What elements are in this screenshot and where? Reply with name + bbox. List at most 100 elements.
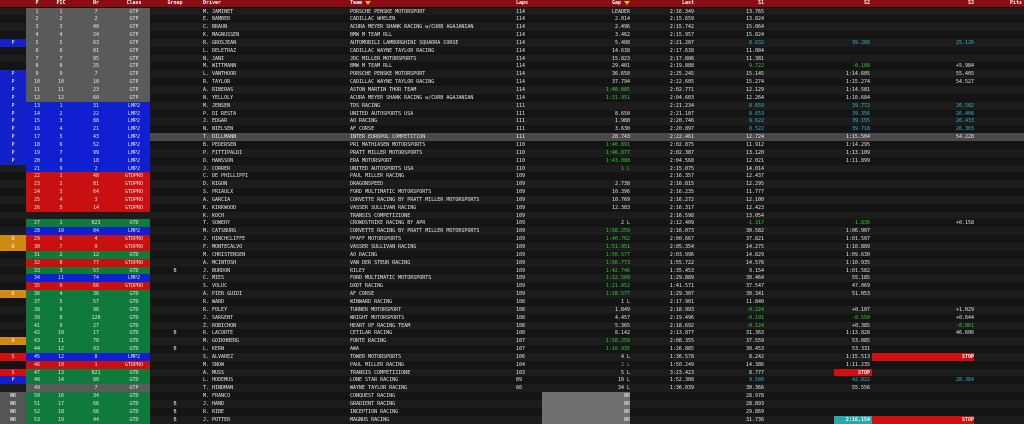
table-row[interactable]: 23 2 81 GTDPRO D. RIGON DRAGONSPEED 109 2.738 2:… bbox=[0, 180, 1024, 189]
table-row[interactable]: P 12 12 60 GTP N. YELLOLY ACURA MEYER SHANK RA… bbox=[0, 93, 1024, 102]
gap-cell: NR bbox=[623, 393, 630, 400]
table-row[interactable]: 28 10 04 LMP2 M. CATSBURG CORVETTE RACING BY … bbox=[0, 227, 1024, 236]
table-row[interactable]: 1 1 7 GTP M. JAMINET PORSCHE PENSKE MOTORSPOR… bbox=[0, 7, 1024, 16]
table-row[interactable]: 26 5 14 GTDPRO K. KIRKWOOD VASSER SULLIVAN RA… bbox=[0, 203, 1024, 212]
table-row[interactable]: P 5 5 63 GTP R. GROSJEAN AUTOMOBILI LAMBORGHIN… bbox=[0, 38, 1024, 47]
table-row[interactable]: NR 51 17 66 GTD B J. HAND GRADIENT RACING NR 28.8… bbox=[0, 400, 1024, 408]
sector3-cell bbox=[872, 15, 974, 23]
col-header-team[interactable]: Team bbox=[350, 0, 515, 7]
group-cell bbox=[150, 337, 200, 345]
driver-cell: P. DI RESTA bbox=[203, 110, 237, 117]
table-row[interactable]: 21 9 2 LMP2 J. CORRER UNITED AUTOSPORTS USA 11… bbox=[0, 164, 1024, 173]
table-row[interactable]: 27 1 023 GTD T. SOWERY CROWDSTRIKE RACING BY … bbox=[0, 219, 1024, 228]
col-header-number[interactable]: Nr bbox=[74, 0, 118, 7]
group-cell bbox=[150, 70, 200, 78]
table-row[interactable]: NR 53 19 44 GTD B J. POTTER MAGNUS RACING NR 31.7… bbox=[0, 415, 1024, 424]
table-row[interactable]: P 13 1 31 LMP2 M. JENSEN TDS RACING 111 2:21.234… bbox=[0, 101, 1024, 110]
flag-indicator bbox=[0, 204, 26, 212]
col-header-group[interactable]: Group bbox=[150, 0, 200, 7]
table-row[interactable]: 22 1 48 GTDPRO C. DE PHILLIPPI PAUL MILLER RA… bbox=[0, 172, 1024, 181]
group-cell bbox=[150, 384, 200, 392]
table-row[interactable]: P 16 4 21 LMP2 N. NIELSEN AF CORSE 111 3.630 2:20… bbox=[0, 125, 1024, 134]
table-row[interactable]: 38 6 96 GTD R. FOLEY TURNER MOTORSPORT 108 1.84… bbox=[0, 305, 1024, 314]
gap-cell: 1:12.509 bbox=[605, 275, 630, 282]
table-row[interactable]: P 11 11 23 GTP A. RIBERAS ASTON MARTIN THOR TE… bbox=[0, 86, 1024, 94]
gap-cell: 1.988 bbox=[614, 118, 630, 125]
table-row[interactable]: 4 4 24 GTP K. MAGNUSSEN BMW M TEAM RLL 114 3.46… bbox=[0, 31, 1024, 40]
col-header-class[interactable]: Class bbox=[118, 0, 150, 7]
gap-cell: 1:43.080 bbox=[605, 157, 630, 164]
pic-cell: 11 bbox=[57, 338, 65, 345]
table-row[interactable]: P 9 9 7 GTP L. VANTHOOR PORSCHE PENSKE MOTORSP… bbox=[0, 70, 1024, 79]
table-row[interactable]: P 19 7 99 LMP2 P. FITTIPALDI PRATT MILLER MOTO… bbox=[0, 148, 1024, 157]
table-row[interactable]: 31 2 12 GTD M. CHRISTENSEN AO RACING 109 1:50.5… bbox=[0, 250, 1024, 259]
position-cell: 20 bbox=[33, 157, 41, 164]
col-header-s2[interactable]: S2 bbox=[766, 0, 870, 7]
col-header-s3[interactable]: S3 bbox=[872, 0, 974, 7]
gap-cell: 2.496 bbox=[614, 24, 630, 31]
table-row[interactable]: 3 3 40 GTP C. BRAUN ACURA MEYER SHANK RACING … bbox=[0, 23, 1024, 32]
table-row[interactable]: NR 52 18 66 GTD B R. RIBE INCEPTION RACING NR 29.… bbox=[0, 407, 1024, 416]
col-header-last[interactable]: Last bbox=[632, 0, 694, 7]
class-cell: GTDPRO bbox=[124, 236, 144, 243]
table-row[interactable]: 46 10 1 GTDPRO M. SNOW PAUL MILLER RACING 104 2… bbox=[0, 360, 1024, 369]
table-row[interactable]: 32 8 77 GTDPRO A. MCINTOSH VAN DER STEUR RACI… bbox=[0, 258, 1024, 267]
table-row[interactable]: U 36 4 36 GTD A. PIER GUIDI AF CORSE 109 1:18.57… bbox=[0, 290, 1024, 299]
col-header-pic[interactable]: PIC bbox=[48, 0, 74, 7]
class-cell bbox=[118, 212, 150, 220]
table-row[interactable]: P 10 10 10 GTP R. TAYLOR CADILLAC WAYNE TAYLOR… bbox=[0, 78, 1024, 87]
table-row[interactable]: 42 10 17 GTD B R. LACORTE CETILAR RACING 108 8.1… bbox=[0, 329, 1024, 338]
table-row[interactable]: 33 3 57 GTD B J. BURDON RILEY 109 1:42.746 1:35.4… bbox=[0, 266, 1024, 275]
col-header-s1[interactable]: S1 bbox=[696, 0, 764, 7]
table-row[interactable]: 49 7 GTP T. HINDMAN WAYNE TAYLOR RACING 66 34 … bbox=[0, 384, 1024, 393]
col-header-pits[interactable]: Pits bbox=[976, 0, 1022, 7]
sector3-cell: 26.303 bbox=[955, 126, 974, 133]
table-row[interactable]: U 29 6 4 GTDPRO J. HINCHCLIFFE PFAFF MOTORSPOR… bbox=[0, 235, 1024, 244]
gap-cell: 1:50.259 bbox=[605, 338, 630, 345]
table-row[interactable]: 39 8 120 GTD J. SARGENT WRIGHT MOTORSPORTS 108… bbox=[0, 313, 1024, 322]
table-row[interactable]: P 15 3 88 LMP2 J. EDGAR AO RACING 111 1.988 2:20.… bbox=[0, 117, 1024, 126]
driver-cell: J. HAND bbox=[203, 401, 225, 407]
table-row[interactable]: 35 9 66 GTDPRO S. VOLUC DXDT RACING 109 1:21.85… bbox=[0, 282, 1024, 291]
class-cell: LMP2 bbox=[127, 157, 141, 164]
table-row[interactable]: 7 7 85 GTP N. JANI JDC MILLER MOTORSPORTS 114 1… bbox=[0, 54, 1024, 63]
table-row[interactable]: 8 8 25 GTP M. WITTMANN BMW M TEAM RLL 114 29.40… bbox=[0, 62, 1024, 71]
table-row[interactable]: 34 11 74 LMP2 C. MIES FORD MULTIMATIC MOTORSP… bbox=[0, 274, 1024, 283]
gap-cell: 10.769 bbox=[611, 196, 630, 203]
table-row[interactable]: P 48 14 80 GTD L. HODEMUS LONE STAR RACING 89 10… bbox=[0, 376, 1024, 385]
table-row[interactable]: S 47 13 021 GTD A. MUSS TRANSIS COMPETIZIONE 10… bbox=[0, 368, 1024, 377]
col-header-laps[interactable]: Laps bbox=[516, 0, 542, 7]
table-row[interactable]: S 45 12 8 LMP2 S. ALVAREZ TOWER MOTORSPORTS 106… bbox=[0, 352, 1024, 361]
table-row[interactable]: U 43 11 78 GTD M. GOIKHBERG FORTE RACING 107 1:5… bbox=[0, 337, 1024, 346]
table-row[interactable]: U 30 7 9 GTDPRO F. MONTECALVO VASSER SULLIVAN … bbox=[0, 243, 1024, 251]
table-row[interactable]: P 17 5 43 LMP2 T. DILLMANN INTER EUROPOL COMPE… bbox=[0, 133, 1024, 142]
sector3-cell bbox=[872, 282, 974, 290]
position-cell: 21 bbox=[33, 165, 41, 172]
table-row[interactable]: K. KOCH TRANSIS COMPETIZIONE 109 2:16.598 13… bbox=[0, 211, 1024, 220]
table-row[interactable]: 41 9 27 GTD Z. ROBICHON HEART OF RACING TEAM 1… bbox=[0, 321, 1024, 330]
table-row[interactable]: P 18 6 52 LMP2 B. PEDERSEN PR1 MATHIASEN MOTOR… bbox=[0, 140, 1024, 149]
position-cell: 23 bbox=[33, 181, 41, 188]
table-row[interactable]: 24 3 64 GTDPRO S. PRIAULX FORD MULTIMATIC MOT… bbox=[0, 188, 1024, 197]
table-row[interactable]: P 20 8 18 LMP2 D. HANSSON ERA MOTORSPORT 110 1:4… bbox=[0, 156, 1024, 165]
group-cell bbox=[150, 188, 200, 196]
driver-cell: L. DELETRAZ bbox=[203, 47, 237, 54]
flag-indicator bbox=[0, 259, 26, 267]
sector3-cell bbox=[872, 274, 974, 282]
table-row[interactable]: 6 6 01 GTP L. DELETRAZ CADILLAC WAYNE TAYLOR … bbox=[0, 46, 1024, 55]
team-cell: CORVETTE RACING BY PRATT MILLER MOTORSPO… bbox=[350, 228, 480, 235]
sector3-cell bbox=[872, 298, 974, 306]
col-header-driver[interactable]: Driver bbox=[203, 0, 349, 7]
table-row[interactable]: P 14 2 22 LMP2 P. DI RESTA UNITED AUTOSPORTS U… bbox=[0, 109, 1024, 118]
table-row[interactable]: 37 5 57 GTD R. WARD WINWARD RACING 108 1 L 2:17.… bbox=[0, 297, 1024, 306]
table-row[interactable]: NR 50 16 34 GTD M. FRANCO CONQUEST RACING NR 28.… bbox=[0, 392, 1024, 401]
sector2-cell: 1:11.235 bbox=[845, 361, 870, 368]
table-row[interactable]: 25 4 3 GTDPRO A. GARCIA CORVETTE RACING BY PR… bbox=[0, 195, 1024, 204]
position-cell: 50 bbox=[33, 393, 41, 400]
position-cell: 51 bbox=[33, 401, 41, 407]
table-row[interactable]: 44 12 93 GTD B L. KERN AWA 107 1:10.935 1:26.885 3… bbox=[0, 345, 1024, 354]
col-header-gap[interactable]: Gap bbox=[542, 0, 630, 7]
last-lap-cell: 2:15.957 bbox=[669, 32, 694, 39]
col-header-position[interactable]: P bbox=[26, 0, 48, 7]
table-row[interactable]: 2 2 2 GTP E. BAMBER CADILLAC WHELEN 114 2.014 2:… bbox=[0, 15, 1024, 24]
